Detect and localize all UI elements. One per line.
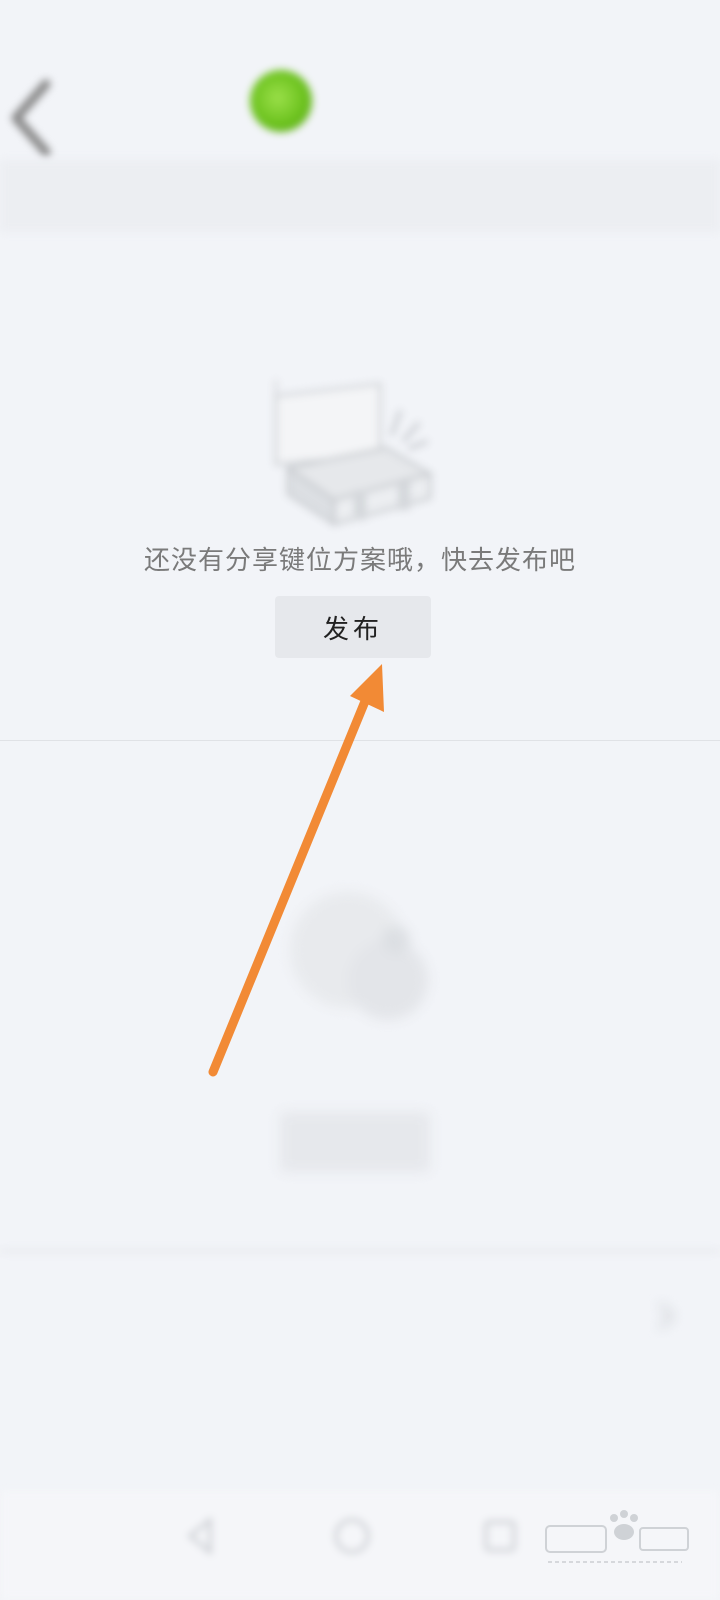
box-icon xyxy=(274,380,434,527)
nav-back-icon[interactable] xyxy=(180,1514,224,1558)
avatar[interactable] xyxy=(250,70,312,132)
nav-recent-icon[interactable] xyxy=(478,1514,522,1558)
header xyxy=(0,60,720,160)
section-divider-2 xyxy=(0,1250,720,1252)
status-bar xyxy=(0,0,720,50)
notice-bar xyxy=(0,160,720,232)
section-divider xyxy=(0,740,720,741)
cloud-icon xyxy=(290,892,428,1020)
section2-button[interactable] xyxy=(280,1112,430,1172)
annotation-arrow xyxy=(208,664,384,1077)
watermark-logo xyxy=(545,1510,689,1563)
back-icon[interactable] xyxy=(6,78,54,158)
empty-state-text: 还没有分享键位方案哦，快去发布吧 xyxy=(143,546,576,576)
publish-button[interactable]: 发布 xyxy=(275,596,431,658)
nav-home-icon[interactable] xyxy=(330,1514,374,1558)
row-item[interactable] xyxy=(0,1270,720,1360)
chevron-right-icon xyxy=(658,1302,675,1330)
